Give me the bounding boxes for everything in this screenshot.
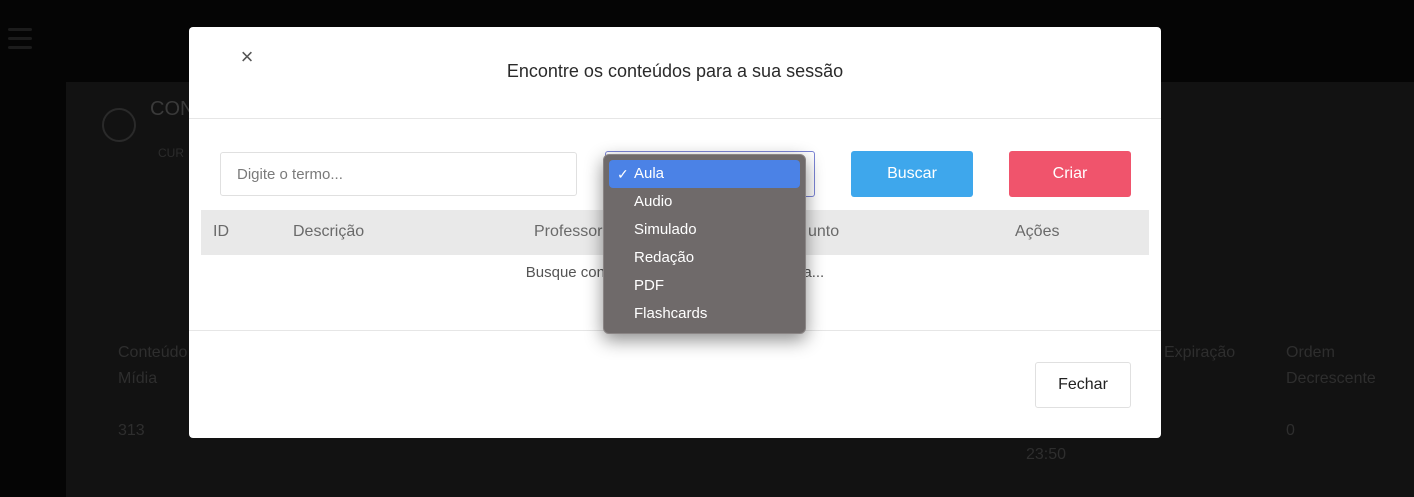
bg-page-subtitle: CUR bbox=[158, 146, 184, 160]
bg-row-time: 23:50 bbox=[1026, 446, 1067, 463]
bg-col-decrescente: Decrescente bbox=[1286, 370, 1376, 387]
bg-logo-icon bbox=[102, 108, 136, 142]
bg-col-midia: Mídia bbox=[118, 370, 158, 387]
bg-col-ordem: Ordem bbox=[1286, 344, 1335, 361]
search-button[interactable]: Buscar bbox=[851, 151, 973, 197]
bg-page-title: CON bbox=[150, 98, 195, 120]
dropdown-option-aula[interactable]: ✓ Aula bbox=[609, 160, 800, 188]
dropdown-option-label: PDF bbox=[634, 277, 664, 294]
dropdown-option-pdf[interactable]: PDF bbox=[604, 272, 805, 300]
close-button[interactable]: Fechar bbox=[1035, 362, 1131, 408]
bg-row-id: 313 bbox=[118, 422, 145, 439]
search-input[interactable] bbox=[220, 152, 577, 196]
bg-col-conteudo: Conteúdo bbox=[118, 344, 188, 361]
dropdown-option-simulado[interactable]: Simulado bbox=[604, 216, 805, 244]
dropdown-option-label: Audio bbox=[634, 193, 673, 210]
dropdown-option-flashcards[interactable]: Flashcards bbox=[604, 300, 805, 328]
header-divider bbox=[189, 118, 1161, 119]
app-sidebar bbox=[0, 82, 66, 497]
content-type-dropdown-menu: ✓ Aula Audio Simulado Redação PDF Flashc… bbox=[603, 154, 806, 334]
dropdown-option-audio[interactable]: Audio bbox=[604, 188, 805, 216]
dropdown-option-label: Flashcards bbox=[634, 305, 708, 322]
dropdown-option-redacao[interactable]: Redação bbox=[604, 244, 805, 272]
check-icon: ✓ bbox=[617, 166, 629, 182]
bg-row-order: 0 bbox=[1286, 422, 1295, 439]
column-header-assunto: unto bbox=[808, 223, 840, 240]
bg-col-expiracao: Expiração bbox=[1164, 344, 1236, 361]
hamburger-icon[interactable] bbox=[8, 28, 32, 55]
dropdown-option-label: Simulado bbox=[634, 221, 697, 238]
create-button[interactable]: Criar bbox=[1009, 151, 1131, 197]
column-header-professor: Professor bbox=[534, 223, 603, 240]
column-header-descricao: Descrição bbox=[293, 223, 365, 240]
dropdown-option-label: Aula bbox=[634, 165, 665, 182]
dropdown-option-label: Redação bbox=[634, 249, 695, 266]
column-header-id: ID bbox=[213, 223, 229, 240]
modal-title: Encontre os conteúdos para a sua sessão bbox=[506, 61, 844, 81]
column-header-acoes: Ações bbox=[1015, 223, 1060, 240]
